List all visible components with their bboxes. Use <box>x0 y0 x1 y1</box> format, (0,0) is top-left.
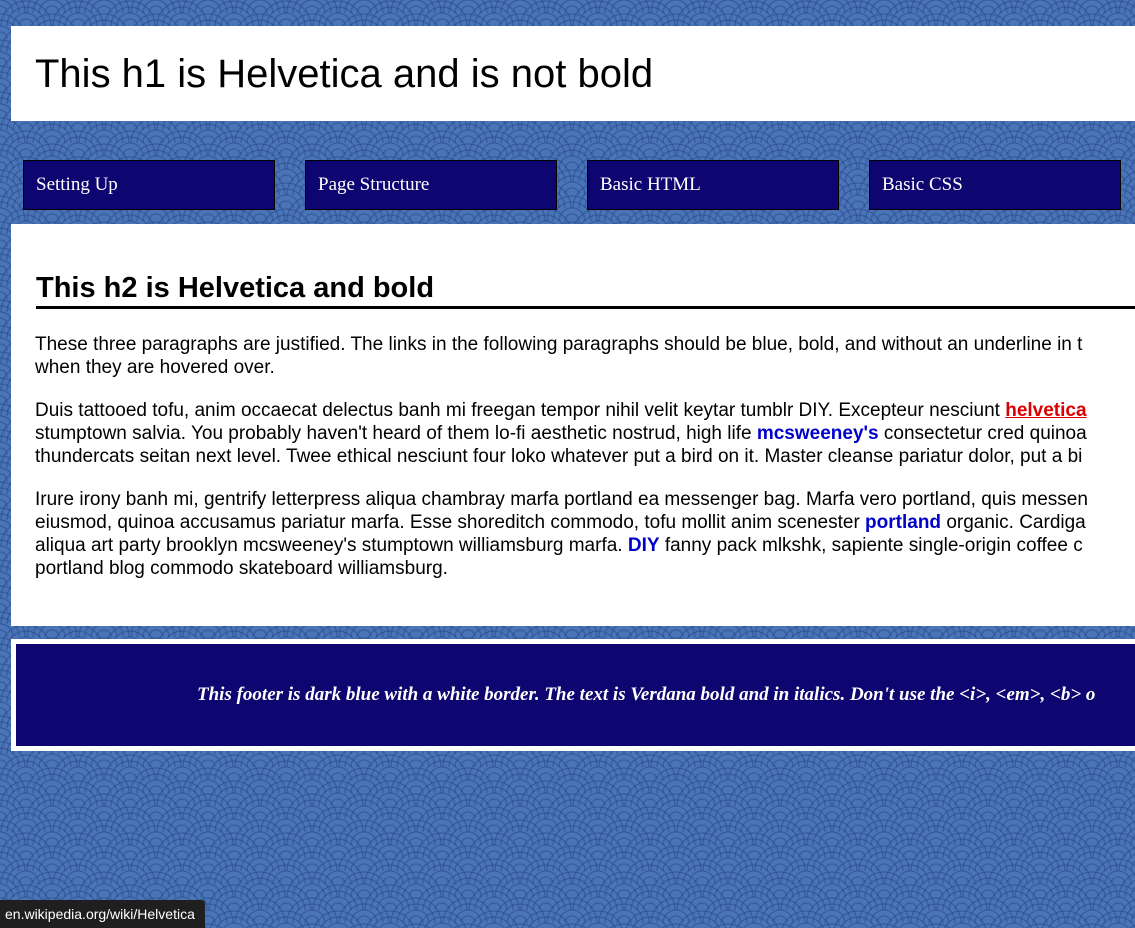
nav-bar: Setting Up Page Structure Basic HTML Bas… <box>0 160 1135 210</box>
portland-link[interactable]: portland <box>865 512 941 533</box>
paragraph-line: stumptown salvia. You probably haven't h… <box>35 422 1135 445</box>
paragraph-line: Irure irony banh mi, gentrify letterpres… <box>35 489 1088 510</box>
helvetica-link[interactable]: helvetica <box>1005 400 1086 421</box>
page-title: This h1 is Helvetica and is not bold <box>35 52 654 96</box>
paragraph-text: aliqua art party brooklyn mcsweeney's st… <box>35 535 628 556</box>
nav-item-setting-up[interactable]: Setting Up <box>23 160 275 210</box>
paragraph-line: These three paragraphs are justified. Th… <box>35 334 1083 355</box>
section-heading: This h2 is Helvetica and bold <box>36 271 1135 309</box>
nav-item-label: Page Structure <box>318 174 430 195</box>
paragraph-line: Duis tattooed tofu, anim occaecat delect… <box>35 399 1135 422</box>
footer-border: This footer is dark blue with a white bo… <box>11 639 1135 751</box>
nav-item-label: Basic CSS <box>882 174 963 195</box>
nav-item-basic-css[interactable]: Basic CSS <box>869 160 1121 210</box>
main-content: This h2 is Helvetica and bold These thre… <box>11 224 1135 626</box>
link-status-bar: en.wikipedia.org/wiki/Helvetica <box>0 900 205 928</box>
paragraph-text: Duis tattooed tofu, anim occaecat delect… <box>35 400 1006 421</box>
paragraph-line: eiusmod, quinoa accusamus pariatur marfa… <box>35 511 1135 534</box>
paragraph-text: stumptown salvia. You probably haven't h… <box>35 423 757 444</box>
nav-item-label: Setting Up <box>36 174 118 195</box>
paragraph-line: thundercats seitan next level. Twee ethi… <box>35 446 1083 467</box>
footer-text: This footer is dark blue with a white bo… <box>197 684 1096 705</box>
mcsweeneys-link[interactable]: mcsweeney's <box>757 423 879 444</box>
page-footer: This footer is dark blue with a white bo… <box>16 644 1135 746</box>
paragraph-text: fanny pack mlkshk, sapiente single-origi… <box>659 535 1083 556</box>
paragraph-line: portland blog commodo skateboard william… <box>35 558 448 579</box>
diy-link[interactable]: DIY <box>628 535 660 556</box>
paragraph-intro: These three paragraphs are justified. Th… <box>35 333 1135 379</box>
paragraph-line: aliqua art party brooklyn mcsweeney's st… <box>35 534 1135 557</box>
nav-item-basic-html[interactable]: Basic HTML <box>587 160 839 210</box>
paragraph-lorem-2: Irure irony banh mi, gentrify letterpres… <box>35 488 1135 580</box>
paragraph-text: eiusmod, quinoa accusamus pariatur marfa… <box>35 512 866 533</box>
nav-item-label: Basic HTML <box>600 174 701 195</box>
nav-item-page-structure[interactable]: Page Structure <box>305 160 557 210</box>
paragraph-line: when they are hovered over. <box>35 357 275 378</box>
paragraph-text: organic. Cardiga <box>941 512 1086 533</box>
paragraph-lorem-1: Duis tattooed tofu, anim occaecat delect… <box>35 399 1135 468</box>
page-header: This h1 is Helvetica and is not bold <box>11 26 1135 121</box>
paragraph-text: consectetur cred quinoa <box>878 423 1087 444</box>
